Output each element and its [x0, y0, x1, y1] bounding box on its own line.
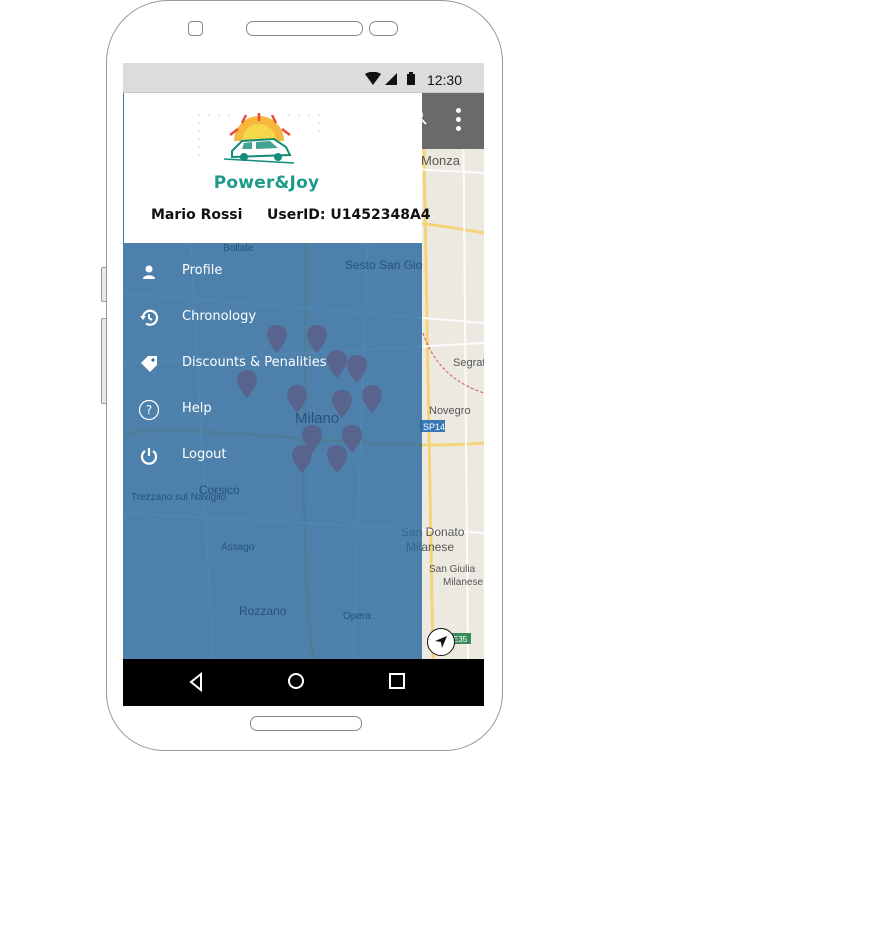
status-time: 12:30: [426, 72, 462, 88]
phone-screen: Monza Segrat Novegro SP14 San Donato Mil…: [123, 63, 484, 706]
status-bar: 12:30: [123, 63, 484, 93]
menu-label-discounts: Discounts & Penalities: [182, 355, 327, 370]
overflow-menu-icon[interactable]: [453, 108, 463, 136]
locate-me-button[interactable]: [427, 628, 455, 656]
map-label-novegro: Novegro: [429, 405, 471, 417]
battery-icon: [407, 74, 415, 85]
menu-label-chronology: Chronology: [182, 309, 257, 324]
menu-item-profile[interactable]: Profile: [123, 253, 422, 289]
back-icon[interactable]: [188, 671, 204, 693]
menu-item-chronology[interactable]: Chronology: [123, 299, 422, 335]
power-joy-logo: [198, 113, 320, 164]
map-label: Rozzano: [239, 604, 287, 618]
menu-item-discounts[interactable]: Discounts & Penalities: [123, 345, 422, 381]
user-name: Mario Rossi: [151, 207, 243, 223]
map-label-sp14: SP14: [423, 422, 445, 432]
front-camera: [188, 21, 203, 36]
svg-text:?: ?: [146, 403, 152, 417]
map-label-san-giuliano: San Giulia: [429, 564, 476, 575]
map-label: Trezzano sul Naviglio: [131, 492, 227, 503]
user-id: UserID: U1452348A4: [267, 207, 431, 223]
power-icon: [138, 445, 160, 467]
wifi-icon: [365, 71, 381, 85]
drawer-header: Power&Joy Mario Rossi UserID: U1452348A4: [123, 93, 431, 243]
status-icons: [363, 71, 423, 90]
brand-name: Power&Joy: [213, 173, 320, 193]
earpiece-speaker: [246, 21, 363, 36]
tag-icon: [138, 353, 160, 375]
menu-label-profile: Profile: [182, 263, 223, 278]
proximity-sensor: [369, 21, 398, 36]
map-label-san-giuliano-2: Milanese: [443, 577, 483, 588]
android-nav-bar: [123, 659, 484, 706]
menu-item-help[interactable]: ? Help: [123, 391, 422, 427]
map-label-e35: E35: [453, 635, 468, 644]
navigation-drawer: Power&Joy Mario Rossi UserID: U1452348A4: [123, 93, 431, 659]
bottom-speaker: [250, 716, 362, 731]
recents-icon[interactable]: [388, 671, 406, 691]
map-label: Assago: [221, 542, 255, 553]
history-icon: [138, 307, 160, 329]
help-icon: ?: [138, 399, 160, 421]
menu-label-help: Help: [182, 401, 212, 416]
menu-label-logout: Logout: [182, 447, 227, 462]
navigation-arrow-icon: [435, 636, 447, 648]
map-label-segrate: Segrat: [453, 357, 484, 369]
home-icon[interactable]: [286, 671, 306, 691]
signal-icon: [385, 73, 397, 85]
person-icon: [138, 261, 160, 283]
menu-item-logout[interactable]: Logout: [123, 437, 422, 473]
map-label: Opera: [343, 611, 371, 622]
drawer-menu: Sesto San Giovanni Milano Corsico Assago…: [123, 243, 422, 659]
map-label-monza: Monza: [421, 153, 461, 168]
